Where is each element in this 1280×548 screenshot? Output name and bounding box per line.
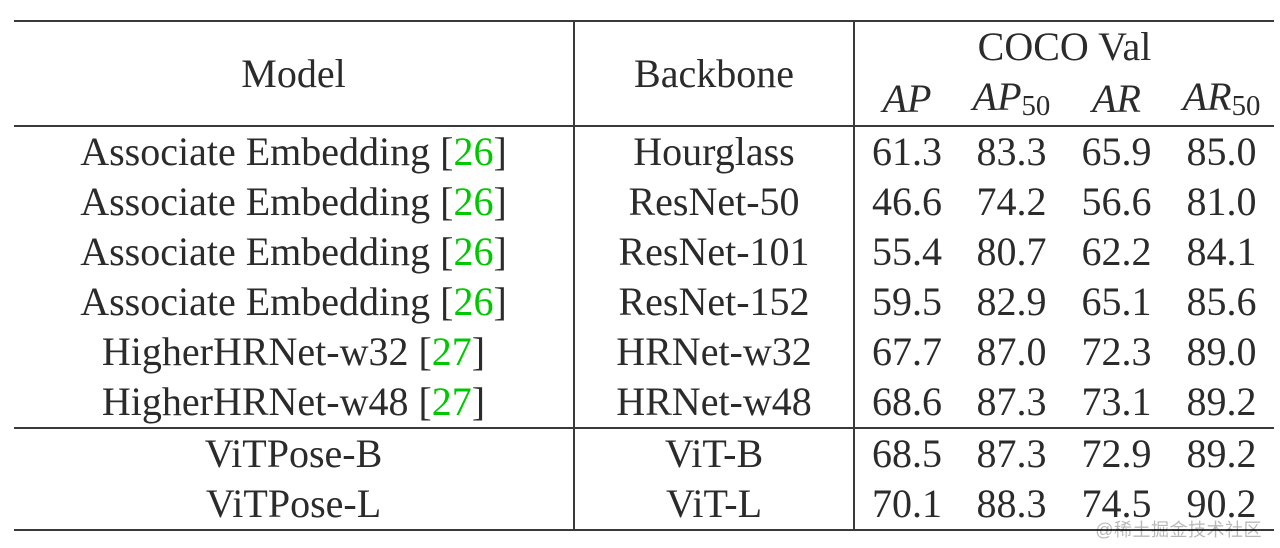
table-row: HigherHRNet-w32 [27] HRNet-w32 67.7 87.0… xyxy=(14,327,1274,377)
cell-ap: 55.4 xyxy=(854,227,959,277)
cell-backbone: ViT-L xyxy=(574,479,854,530)
cell-ap50: 83.3 xyxy=(959,126,1064,177)
cell-model: Associate Embedding [26] xyxy=(14,227,574,277)
watermark-text: @稀土掘金技术社区 xyxy=(1095,516,1262,542)
col-header-backbone: Backbone xyxy=(574,21,854,126)
col-header-ap: AP xyxy=(854,72,959,126)
cell-model: ViTPose-L xyxy=(14,479,574,530)
cell-ar: 65.1 xyxy=(1064,277,1169,327)
cell-ap50: 87.0 xyxy=(959,327,1064,377)
cell-ar: 65.9 xyxy=(1064,126,1169,177)
citation-ref: 27 xyxy=(432,329,472,374)
citation-ref: 26 xyxy=(453,129,493,174)
cell-model: HigherHRNet-w32 [27] xyxy=(14,327,574,377)
cell-ar50: 85.0 xyxy=(1169,126,1274,177)
cell-ap: 70.1 xyxy=(854,479,959,530)
cell-ar50: 85.6 xyxy=(1169,277,1274,327)
cell-ar50: 89.2 xyxy=(1169,377,1274,428)
cell-ar50: 84.1 xyxy=(1169,227,1274,277)
cell-model: HigherHRNet-w48 [27] xyxy=(14,377,574,428)
citation-ref: 26 xyxy=(453,179,493,224)
cell-ap: 61.3 xyxy=(854,126,959,177)
cell-ar: 62.2 xyxy=(1064,227,1169,277)
cell-ap50: 74.2 xyxy=(959,177,1064,227)
table-row: Associate Embedding [26] ResNet-101 55.4… xyxy=(14,227,1274,277)
citation-ref: 26 xyxy=(453,229,493,274)
cell-ap50: 82.9 xyxy=(959,277,1064,327)
cell-backbone: ResNet-152 xyxy=(574,277,854,327)
col-header-cocoval: COCO Val xyxy=(854,21,1274,72)
table-row: HigherHRNet-w48 [27] HRNet-w48 68.6 87.3… xyxy=(14,377,1274,428)
citation-ref: 26 xyxy=(453,279,493,324)
cell-ar: 72.3 xyxy=(1064,327,1169,377)
table-row: Associate Embedding [26] ResNet-50 46.6 … xyxy=(14,177,1274,227)
cell-ap50: 80.7 xyxy=(959,227,1064,277)
results-table: Model Backbone COCO Val AP AP50 AR AR50 … xyxy=(14,20,1274,531)
table-row: ViTPose-L ViT-L 70.1 88.3 74.5 90.2 xyxy=(14,479,1274,530)
cell-ar50: 81.0 xyxy=(1169,177,1274,227)
cell-ar: 56.6 xyxy=(1064,177,1169,227)
col-header-ar: AR xyxy=(1064,72,1169,126)
cell-model: Associate Embedding [26] xyxy=(14,126,574,177)
cell-ar: 72.9 xyxy=(1064,428,1169,479)
cell-ap50: 88.3 xyxy=(959,479,1064,530)
cell-backbone: HRNet-w48 xyxy=(574,377,854,428)
cell-backbone: ResNet-50 xyxy=(574,177,854,227)
cell-ar50: 89.2 xyxy=(1169,428,1274,479)
col-header-model: Model xyxy=(14,21,574,126)
table-row: Associate Embedding [26] Hourglass 61.3 … xyxy=(14,126,1274,177)
col-header-ar50: AR50 xyxy=(1169,72,1274,126)
cell-model: Associate Embedding [26] xyxy=(14,177,574,227)
cell-ar: 73.1 xyxy=(1064,377,1169,428)
cell-ap: 46.6 xyxy=(854,177,959,227)
cell-ap: 59.5 xyxy=(854,277,959,327)
cell-model: Associate Embedding [26] xyxy=(14,277,574,327)
table-row: Associate Embedding [26] ResNet-152 59.5… xyxy=(14,277,1274,327)
cell-ap: 67.7 xyxy=(854,327,959,377)
cell-ap50: 87.3 xyxy=(959,428,1064,479)
cell-backbone: Hourglass xyxy=(574,126,854,177)
cell-ap50: 87.3 xyxy=(959,377,1064,428)
cell-ar50: 89.0 xyxy=(1169,327,1274,377)
cell-backbone: ResNet-101 xyxy=(574,227,854,277)
cell-backbone: HRNet-w32 xyxy=(574,327,854,377)
col-header-ap50: AP50 xyxy=(959,72,1064,126)
cell-ap: 68.5 xyxy=(854,428,959,479)
cell-ap: 68.6 xyxy=(854,377,959,428)
cell-backbone: ViT-B xyxy=(574,428,854,479)
cell-model: ViTPose-B xyxy=(14,428,574,479)
table-row: ViTPose-B ViT-B 68.5 87.3 72.9 89.2 xyxy=(14,428,1274,479)
citation-ref: 27 xyxy=(432,379,472,424)
